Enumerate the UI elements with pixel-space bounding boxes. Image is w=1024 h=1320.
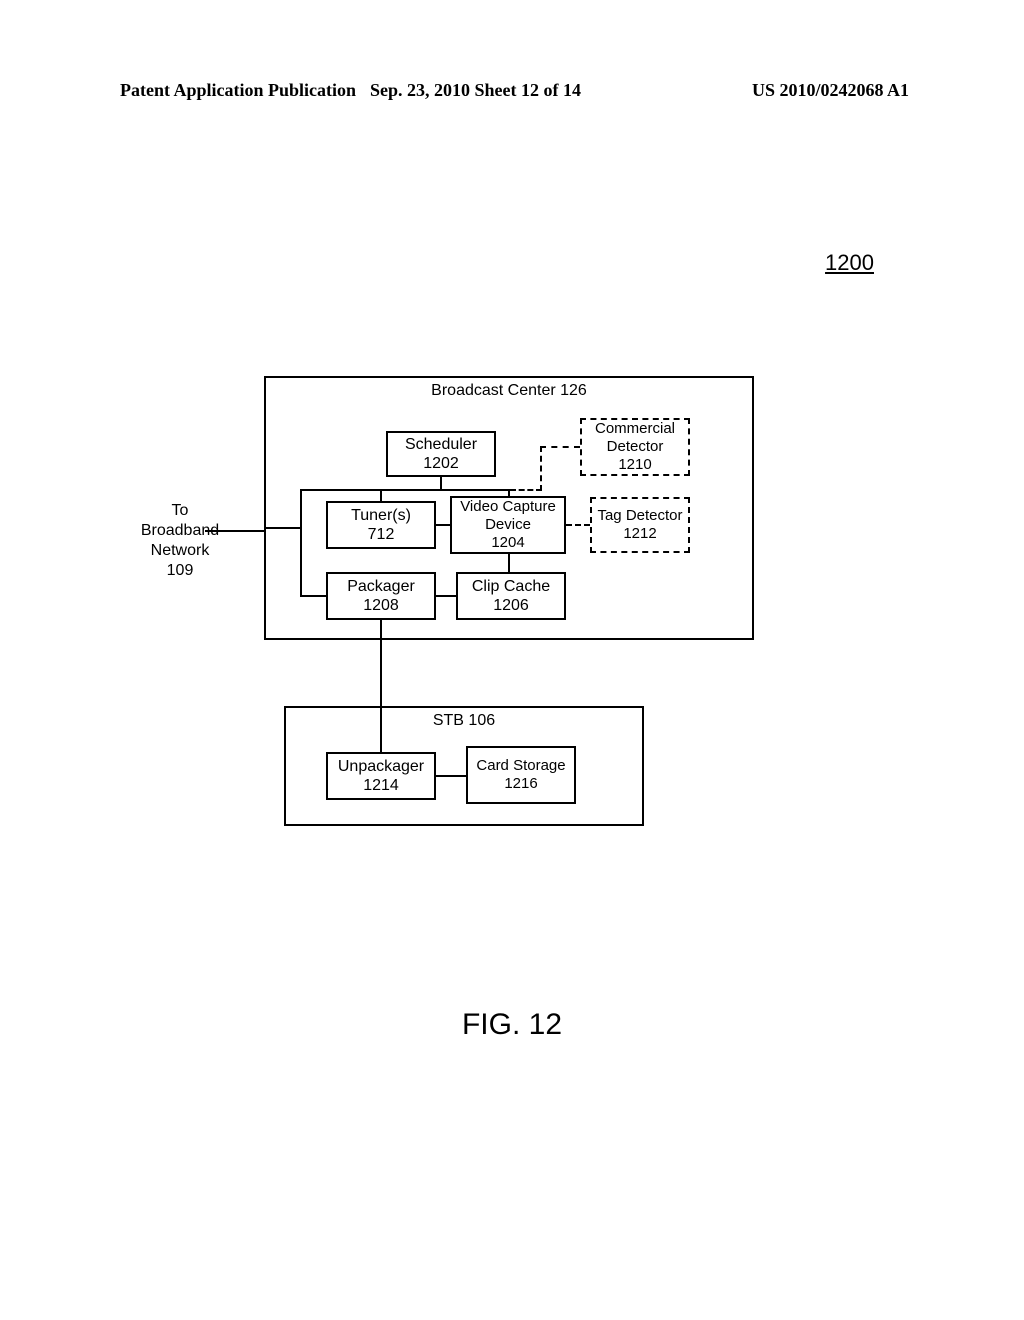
connector-packager-to-stb — [380, 620, 382, 720]
video-capture-ref: 1204 — [491, 534, 524, 552]
tuners-box: Tuner(s) 712 — [326, 501, 436, 549]
video-capture-name: Video Capture Device — [452, 498, 564, 534]
tuners-name: Tuner(s) — [351, 506, 411, 525]
unpackager-ref: 1214 — [363, 776, 399, 795]
tag-detector-name: Tag Detector — [597, 507, 682, 525]
connector-unpackager-cardstorage — [436, 775, 466, 777]
connector-tuner-video — [436, 524, 450, 526]
connector-bus-top — [300, 489, 510, 491]
card-storage-name: Card Storage — [476, 757, 565, 775]
connector-packager-clipcache — [436, 595, 456, 597]
external-network-label: ToBroadbandNetwork109 — [120, 501, 240, 581]
connector-exit-left — [264, 527, 302, 529]
scheduler-ref: 1202 — [423, 454, 459, 473]
connector-bus-to-tuners — [380, 489, 382, 501]
connector-stb-to-unpackager — [380, 706, 382, 752]
stb-title: STB 106 — [286, 712, 642, 730]
card-storage-box: Card Storage 1216 — [466, 746, 576, 804]
packager-box: Packager 1208 — [326, 572, 436, 620]
connector-dashed-to-commercial — [540, 446, 580, 448]
connector-left-vertical — [300, 527, 302, 597]
clip-cache-box: Clip Cache 1206 — [456, 572, 566, 620]
clip-cache-name: Clip Cache — [472, 577, 550, 596]
clip-cache-ref: 1206 — [493, 596, 529, 615]
tag-detector-ref: 1212 — [623, 525, 656, 543]
connector-dashed-bus-ext — [510, 489, 542, 491]
video-capture-box: Video Capture Device 1204 — [450, 496, 566, 554]
card-storage-ref: 1216 — [504, 775, 537, 793]
connector-bus-left-down — [300, 489, 302, 529]
connector-video-clipcache — [508, 554, 510, 572]
unpackager-box: Unpackager 1214 — [326, 752, 436, 800]
commercial-detector-ref: 1210 — [618, 456, 651, 474]
connector-dashed-vert — [540, 446, 542, 491]
tuners-ref: 712 — [368, 525, 395, 544]
broadcast-center-title: Broadcast Center 126 — [266, 382, 752, 400]
scheduler-name: Scheduler — [405, 435, 477, 454]
unpackager-name: Unpackager — [338, 757, 424, 776]
connector-left-to-packager — [300, 595, 326, 597]
packager-name: Packager — [347, 577, 415, 596]
commercial-detector-box: Commercial Detector 1210 — [580, 418, 690, 476]
commercial-detector-name: Commercial Detector — [582, 420, 688, 456]
figure-caption: FIG. 12 — [0, 1008, 1024, 1042]
scheduler-box: Scheduler 1202 — [386, 431, 496, 477]
tag-detector-box: Tag Detector 1212 — [590, 497, 690, 553]
packager-ref: 1208 — [363, 596, 399, 615]
connector-external-to-center — [205, 530, 265, 532]
diagram: ToBroadbandNetwork109 Broadcast Center 1… — [0, 0, 1024, 1320]
connector-video-tagdetector — [566, 524, 590, 526]
